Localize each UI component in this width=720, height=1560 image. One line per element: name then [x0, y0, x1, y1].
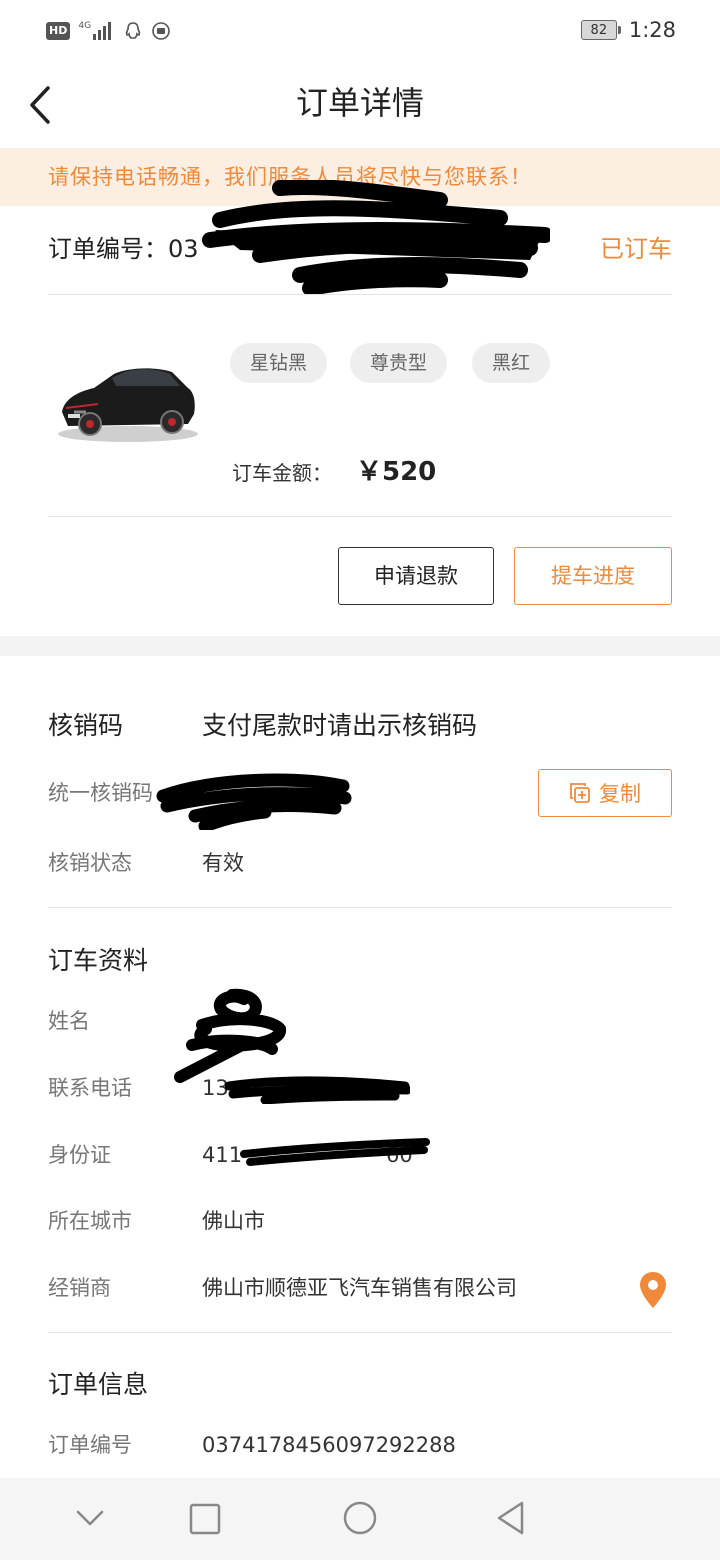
- battery-icon: 82: [580, 20, 621, 40]
- status-left: HD 4G: [46, 20, 171, 42]
- tag-trim: 尊贵型: [350, 343, 448, 383]
- system-nav-bar: [0, 1478, 720, 1560]
- signal-icon: 4G: [78, 22, 115, 40]
- hd-badge: HD: [46, 22, 71, 40]
- refund-button[interactable]: 申请退款: [338, 547, 494, 605]
- copy-icon: [570, 783, 590, 803]
- divider: [48, 907, 672, 908]
- redaction-scribble: [240, 1138, 430, 1166]
- copy-button[interactable]: 复制: [538, 769, 672, 817]
- order-number-info-value: 0374178456097292288: [202, 1433, 456, 1457]
- order-number-label: 订单编号：: [48, 235, 168, 263]
- id-label: 身份证: [48, 1143, 111, 1167]
- qq-icon: [125, 22, 141, 39]
- amount-value: ￥520: [356, 457, 437, 487]
- code-label: 统一核销码: [48, 781, 153, 805]
- redaction-scribble: [202, 180, 550, 295]
- app-header: 订单详情: [0, 62, 720, 149]
- square-icon[interactable]: [188, 1502, 222, 1536]
- copy-label: 复制: [599, 782, 641, 806]
- dealer-label: 经销商: [48, 1276, 111, 1300]
- status-right: 82 1:28: [580, 18, 676, 42]
- city-value: 佛山市: [202, 1209, 265, 1233]
- car-image: [58, 368, 198, 442]
- order-number-value: 03: [168, 235, 199, 263]
- clock: 1:28: [628, 18, 676, 42]
- tag-color: 星钻黑: [230, 343, 328, 383]
- status-value: 有效: [202, 851, 244, 875]
- status-bar: HD 4G 82 1:28: [0, 0, 720, 62]
- tag-interior: 黑红: [472, 343, 551, 383]
- verification-title: 核销码: [48, 711, 124, 740]
- order-number-info-label: 订单编号: [48, 1433, 132, 1457]
- network-type: 4G: [78, 21, 92, 31]
- id-value: 411: [202, 1143, 243, 1167]
- divider: [48, 1332, 672, 1333]
- page-title: 订单详情: [295, 84, 424, 122]
- amount-label: 订车金额：: [232, 461, 332, 485]
- divider: [48, 516, 672, 517]
- pickup-progress-button[interactable]: 提车进度: [514, 547, 672, 605]
- name-label: 姓名: [48, 1009, 90, 1033]
- location-pin-icon[interactable]: [638, 1270, 668, 1310]
- redaction-scribble: [225, 1076, 410, 1104]
- dealer-value: 佛山市顺德亚飞汽车销售有限公司: [202, 1276, 517, 1300]
- order-info-title: 订单信息: [48, 1370, 149, 1399]
- circle-icon[interactable]: [342, 1500, 378, 1536]
- order-status: 已订车: [600, 235, 672, 263]
- city-label: 所在城市: [48, 1209, 132, 1233]
- phone-label: 联系电话: [48, 1076, 132, 1100]
- section-gap: [0, 636, 720, 656]
- verification-hint: 支付尾款时请出示核销码: [202, 711, 478, 740]
- redaction-scribble: [156, 773, 352, 830]
- redaction-scribble: [174, 988, 286, 1083]
- divider: [48, 294, 672, 295]
- triangle-back-icon[interactable]: [494, 1500, 528, 1536]
- app-notification-icon: [152, 22, 170, 40]
- chevron-down-icon[interactable]: [74, 1506, 106, 1530]
- status-label: 核销状态: [48, 851, 132, 875]
- signal-bars-icon: [93, 22, 112, 40]
- booking-title: 订车资料: [48, 946, 149, 975]
